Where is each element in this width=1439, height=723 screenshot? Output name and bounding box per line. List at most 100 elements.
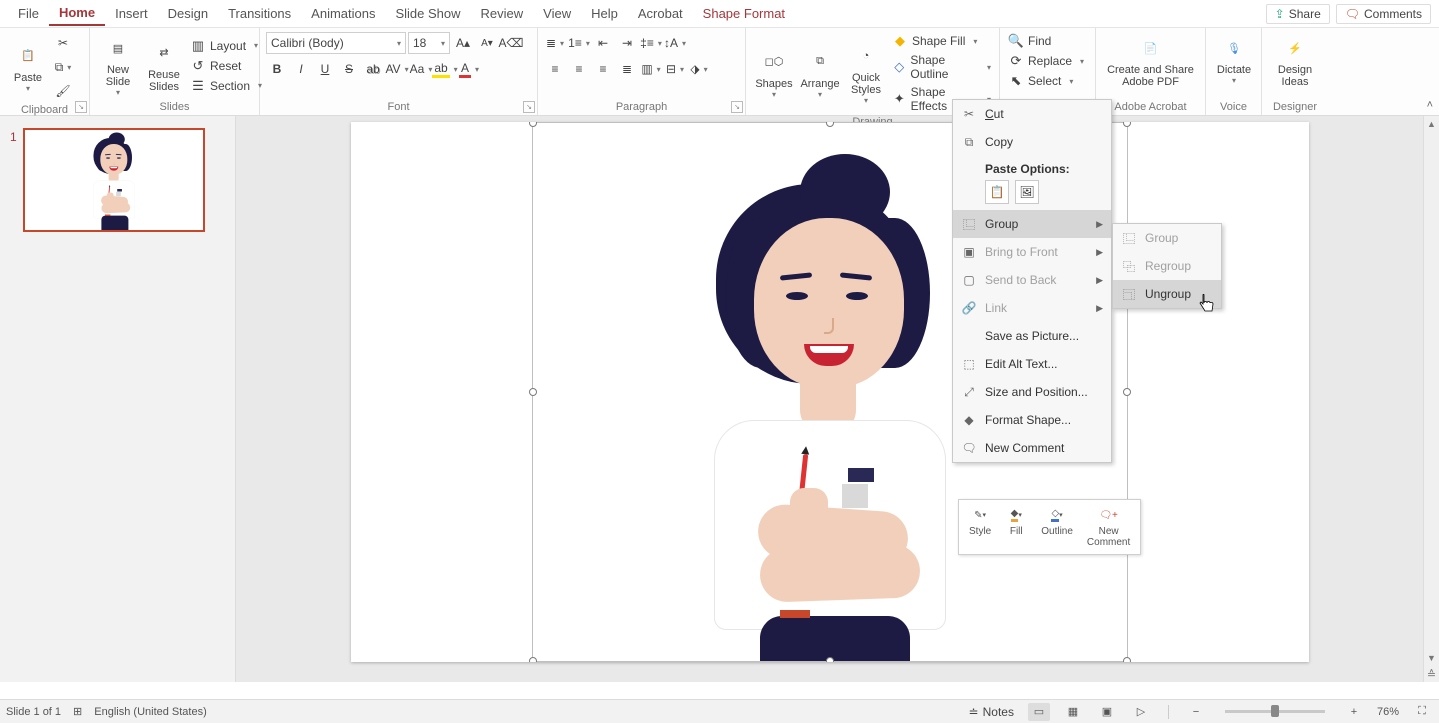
slide-canvas-area[interactable] — [236, 116, 1423, 682]
quick-styles-button[interactable]: ◔Quick Styles▾ — [844, 40, 888, 107]
bold-button[interactable]: B — [266, 58, 288, 80]
tab-review[interactable]: Review — [471, 2, 534, 25]
mini-new-comment[interactable]: 🗨+New Comment — [1081, 504, 1136, 550]
replace-button[interactable]: ⟳Replace▾ — [1006, 52, 1089, 70]
sub-regroup[interactable]: ⿻Regroup — [1113, 252, 1221, 280]
font-color-button[interactable]: A▾ — [458, 58, 480, 80]
slide[interactable] — [351, 122, 1309, 662]
slide-thumbnail-1[interactable] — [23, 128, 205, 232]
arrange-button[interactable]: ⧉Arrange▾ — [798, 46, 842, 101]
format-painter-button[interactable]: 🖌 — [52, 80, 74, 102]
ctx-save-picture[interactable]: Save as Picture... — [953, 322, 1111, 350]
ctx-group[interactable]: ⿺Group▶ — [953, 210, 1111, 238]
resize-sw[interactable] — [529, 657, 537, 662]
clipboard-launcher[interactable]: ↘ — [75, 101, 87, 113]
indent-button[interactable]: ⇥ — [616, 32, 638, 54]
tab-file[interactable]: File — [8, 2, 49, 25]
mini-style[interactable]: ✎▾Style — [963, 504, 997, 550]
resize-w[interactable] — [529, 388, 537, 396]
ctx-cut[interactable]: ✂CuCutt — [953, 100, 1111, 128]
decrease-font-button[interactable]: A▾ — [476, 32, 498, 54]
font-name-select[interactable]: Calibri (Body)▾ — [266, 32, 406, 54]
sub-ungroup[interactable]: ⿹Ungroup — [1113, 280, 1221, 308]
scroll-down-button[interactable]: ▼ — [1424, 650, 1439, 666]
resize-s[interactable] — [826, 657, 834, 662]
prev-slide-button[interactable]: ≙ — [1424, 666, 1439, 682]
ctx-alt-text[interactable]: ⬚Edit Alt Text... — [953, 350, 1111, 378]
align-left-button[interactable]: ≡ — [544, 58, 566, 80]
tab-insert[interactable]: Insert — [105, 2, 158, 25]
new-slide-button[interactable]: ▤New Slide▾ — [96, 32, 140, 99]
tab-transitions[interactable]: Transitions — [218, 2, 301, 25]
design-ideas-button[interactable]: ⚡Design Ideas — [1268, 32, 1322, 90]
dedent-button[interactable]: ⇤ — [592, 32, 614, 54]
tab-design[interactable]: Design — [158, 2, 218, 25]
ctx-bring-front[interactable]: ▣Bring to Front▶ — [953, 238, 1111, 266]
increase-font-button[interactable]: A▴ — [452, 32, 474, 54]
layout-button[interactable]: ▥Layout▾ — [188, 37, 264, 55]
resize-se[interactable] — [1123, 657, 1131, 662]
status-language[interactable]: English (United States) — [94, 706, 207, 718]
smartart-button[interactable]: ⬗▾ — [688, 58, 710, 80]
char-spacing-button[interactable]: AV▾ — [386, 58, 408, 80]
zoom-level[interactable]: 76% — [1377, 706, 1399, 718]
justify-button[interactable]: ≣ — [616, 58, 638, 80]
align-center-button[interactable]: ≡ — [568, 58, 590, 80]
zoom-out-button[interactable]: − — [1185, 703, 1207, 721]
reuse-slides-button[interactable]: ⇄Reuse Slides — [142, 37, 186, 95]
collapse-ribbon-button[interactable]: ˄ — [1427, 99, 1433, 111]
tab-animations[interactable]: Animations — [301, 2, 385, 25]
tab-home[interactable]: Home — [49, 1, 105, 26]
share-button[interactable]: ⇪Share — [1266, 4, 1330, 24]
italic-button[interactable]: I — [290, 58, 312, 80]
comments-button[interactable]: 🗨Comments — [1336, 4, 1431, 24]
resize-nw[interactable] — [529, 122, 537, 127]
highlight-button[interactable]: ab▾ — [434, 58, 456, 80]
ctx-copy[interactable]: ⧉Copy — [953, 128, 1111, 156]
paste-button[interactable]: 📋 Paste▾ — [6, 40, 50, 95]
find-button[interactable]: 🔍Find — [1006, 32, 1089, 50]
mini-outline[interactable]: ◇▾Outline — [1035, 504, 1079, 550]
tab-acrobat[interactable]: Acrobat — [628, 2, 693, 25]
change-case-button[interactable]: Aa▾ — [410, 58, 432, 80]
shape-fill-button[interactable]: ◆Shape Fill▾ — [890, 32, 993, 50]
shadow-button[interactable]: ab — [362, 58, 384, 80]
underline-button[interactable]: U — [314, 58, 336, 80]
scroll-up-button[interactable]: ▲ — [1424, 116, 1439, 132]
columns-button[interactable]: ▥▾ — [640, 58, 662, 80]
tab-view[interactable]: View — [533, 2, 581, 25]
resize-e[interactable] — [1123, 388, 1131, 396]
mini-fill[interactable]: ◆▾Fill — [999, 504, 1033, 550]
bullets-button[interactable]: ≣▾ — [544, 32, 566, 54]
tab-shape-format[interactable]: Shape Format — [693, 2, 795, 25]
thumbnail-panel[interactable]: 1 — [0, 116, 236, 682]
copy-button[interactable]: ⧉▾ — [52, 56, 74, 78]
sorter-view-button[interactable]: ▦ — [1062, 703, 1084, 721]
slideshow-view-button[interactable]: ▷ — [1130, 703, 1152, 721]
cut-button[interactable]: ✂ — [52, 32, 74, 54]
tab-slideshow[interactable]: Slide Show — [385, 2, 470, 25]
paste-keep-source[interactable]: 📋 — [985, 180, 1009, 204]
zoom-in-button[interactable]: + — [1343, 703, 1365, 721]
clear-format-button[interactable]: A⌫ — [500, 32, 522, 54]
resize-ne[interactable] — [1123, 122, 1131, 127]
dictate-button[interactable]: 🎙Dictate▾ — [1212, 32, 1256, 87]
font-launcher[interactable]: ↘ — [523, 101, 535, 113]
line-spacing-button[interactable]: ‡≡▾ — [640, 32, 662, 54]
text-direction-button[interactable]: ↕A▾ — [664, 32, 686, 54]
sub-group[interactable]: ⿺Group — [1113, 224, 1221, 252]
tab-help[interactable]: Help — [581, 2, 628, 25]
accessibility-icon[interactable]: ⊞ — [73, 705, 82, 718]
section-button[interactable]: ☰Section▾ — [188, 77, 264, 95]
shapes-button[interactable]: ◻︎⬡Shapes▾ — [752, 46, 796, 101]
vertical-scrollbar[interactable]: ▲ ▼ ≙ — [1423, 116, 1439, 682]
align-text-button[interactable]: ⊟▾ — [664, 58, 686, 80]
normal-view-button[interactable]: ▭ — [1028, 703, 1050, 721]
reading-view-button[interactable]: ▣ — [1096, 703, 1118, 721]
font-size-select[interactable]: 18▾ — [408, 32, 450, 54]
shape-outline-button[interactable]: ◇Shape Outline▾ — [890, 52, 993, 82]
ctx-size-position[interactable]: ⤢Size and Position... — [953, 378, 1111, 406]
zoom-slider[interactable] — [1225, 710, 1325, 713]
create-pdf-button[interactable]: 📄Create and Share Adobe PDF — [1102, 32, 1199, 90]
select-button[interactable]: ⬉Select▾ — [1006, 72, 1089, 90]
